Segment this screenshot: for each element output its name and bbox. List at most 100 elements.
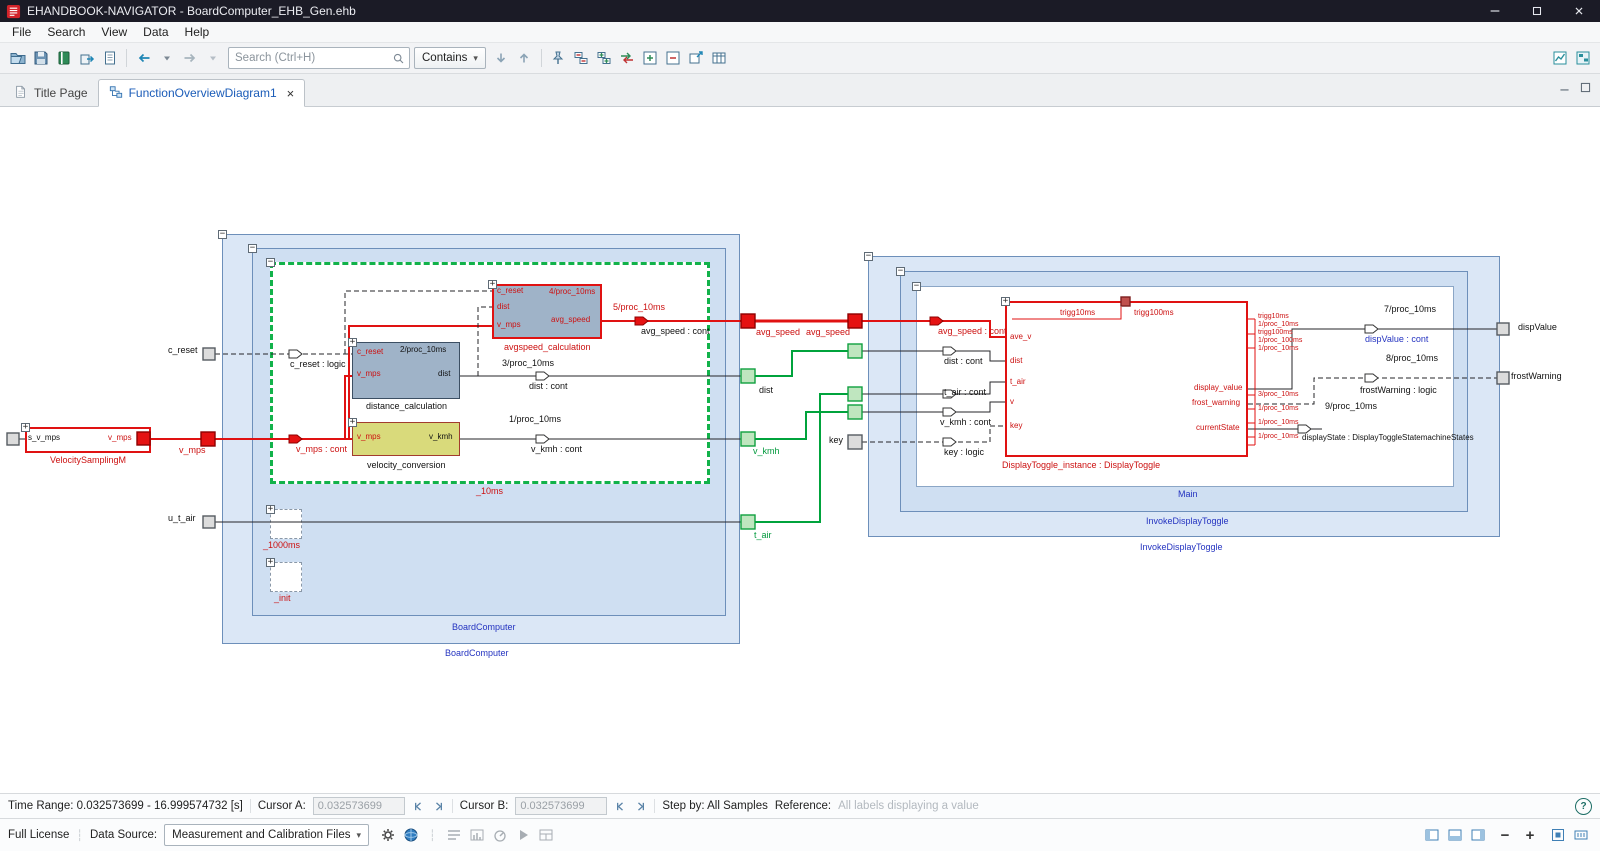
collapse-all-icon[interactable] [570, 47, 593, 69]
handbook-icon[interactable] [52, 47, 75, 69]
expander-plus-icon[interactable]: + [266, 505, 275, 514]
connector-arrow[interactable] [1364, 324, 1379, 334]
close-subsystem-icon[interactable] [662, 47, 685, 69]
report-icon[interactable] [98, 47, 121, 69]
port-key-in-port[interactable] [847, 434, 863, 450]
layout-icon[interactable] [535, 824, 558, 846]
wire-key-in[interactable] [862, 425, 1005, 443]
wire-v_kmh-in[interactable] [862, 401, 1005, 413]
expand-all-icon[interactable] [593, 47, 616, 69]
open-icon[interactable] [6, 47, 29, 69]
menu-view[interactable]: View [93, 23, 135, 41]
zoom-fit-icon[interactable] [1546, 824, 1569, 846]
cursor-b-step-forward-button[interactable] [634, 800, 647, 813]
port-t_air-out-port[interactable] [740, 514, 756, 530]
connector-arrow[interactable] [942, 346, 957, 356]
port-avg_speed-in-port[interactable] [847, 313, 863, 329]
save-icon[interactable] [29, 47, 52, 69]
back-history-icon[interactable] [155, 47, 178, 69]
zoom-out-button[interactable]: − [1496, 826, 1514, 844]
wire-t_air-link[interactable] [755, 393, 848, 523]
expander-plus-icon[interactable]: + [21, 423, 30, 432]
connector-arrow[interactable] [288, 434, 303, 444]
menu-help[interactable]: Help [177, 23, 218, 41]
expander-minus-icon[interactable]: − [912, 282, 921, 291]
instruments-icon[interactable] [489, 824, 512, 846]
panel-right-icon[interactable] [1466, 824, 1489, 846]
menu-data[interactable]: Data [135, 23, 176, 41]
expander-minus-icon[interactable]: − [266, 258, 275, 267]
window-close-button[interactable] [1558, 0, 1600, 22]
cursor-a-step-forward-button[interactable] [432, 800, 445, 813]
window-minimize-button[interactable] [1474, 0, 1516, 22]
window-maximize-button[interactable] [1516, 0, 1558, 22]
wire-dist-to-avgspeed[interactable] [477, 306, 492, 376]
maximize-view-icon[interactable] [1579, 81, 1592, 99]
help-icon[interactable]: ? [1575, 797, 1592, 815]
port-t_air-in-port[interactable] [847, 386, 863, 402]
zoom-100-icon[interactable] [1569, 824, 1592, 846]
minimize-view-icon[interactable] [1558, 81, 1571, 99]
start-visualization-icon[interactable] [512, 824, 535, 846]
goto-down-icon[interactable] [490, 47, 513, 69]
port-v_mps-port[interactable] [200, 431, 216, 447]
settings-gear-icon[interactable] [376, 824, 399, 846]
pin-icon[interactable] [547, 47, 570, 69]
expander-plus-icon[interactable]: + [348, 338, 357, 347]
connector-arrow[interactable] [535, 371, 550, 381]
wire-dist-link[interactable] [755, 350, 848, 377]
port-vs-input[interactable] [6, 432, 20, 446]
search-input[interactable] [233, 51, 392, 65]
connector-arrow[interactable] [288, 349, 303, 359]
connector-arrow[interactable] [1297, 424, 1312, 434]
port-avg_speed-out-port[interactable] [740, 313, 756, 329]
forward-icon[interactable] [178, 47, 201, 69]
goto-up-icon[interactable] [513, 47, 536, 69]
search-box[interactable] [228, 47, 410, 69]
data-source-icon[interactable] [399, 824, 422, 846]
port-dispValue-port[interactable] [1496, 322, 1510, 336]
connector-arrow[interactable] [942, 407, 957, 417]
cursor-b-input[interactable] [515, 797, 608, 815]
port-v_kmh-in-port[interactable] [847, 404, 863, 420]
expander-minus-icon[interactable]: − [218, 230, 227, 239]
port-v_kmh-out-port[interactable] [740, 431, 756, 447]
tab-function-overview-diagram[interactable]: FunctionOverviewDiagram1 × [97, 79, 306, 107]
expander-plus-icon[interactable]: + [266, 558, 275, 567]
connector-arrow[interactable] [535, 434, 550, 444]
cursor-b-step-back-button[interactable] [614, 800, 627, 813]
connector-arrow[interactable] [634, 316, 649, 326]
signal-list-icon[interactable] [443, 824, 466, 846]
connector-arrow[interactable] [929, 316, 944, 326]
show-plot-icon[interactable] [1548, 47, 1571, 69]
menu-search[interactable]: Search [39, 23, 93, 41]
tab-title-page[interactable]: Title Page [4, 80, 98, 106]
panel-left-icon[interactable] [1420, 824, 1443, 846]
port-vs-output[interactable] [136, 431, 151, 446]
expander-minus-icon[interactable]: − [896, 267, 905, 276]
cursor-a-step-back-button[interactable] [412, 800, 425, 813]
port-frostWarning-port[interactable] [1496, 371, 1510, 385]
detach-icon[interactable] [685, 47, 708, 69]
overview-icon[interactable] [1571, 47, 1594, 69]
close-tab-icon[interactable]: × [287, 86, 295, 101]
connector-arrow[interactable] [1364, 373, 1379, 383]
port-dist-out-port[interactable] [740, 368, 756, 384]
configure-icon[interactable] [466, 824, 489, 846]
table-view-icon[interactable] [708, 47, 731, 69]
forward-history-icon[interactable] [201, 47, 224, 69]
expander-plus-icon[interactable]: + [348, 418, 357, 427]
wire-v_mps-to-avgspeed[interactable] [348, 325, 492, 439]
connector-arrow[interactable] [942, 437, 957, 447]
expander-plus-icon[interactable]: + [488, 280, 497, 289]
port-dist-in-port[interactable] [847, 343, 863, 359]
port-u_t_air-port[interactable] [202, 515, 216, 529]
sync-selection-icon[interactable] [616, 47, 639, 69]
open-subsystem-icon[interactable] [639, 47, 662, 69]
port-c_reset-port[interactable] [202, 347, 216, 361]
diagram-canvas[interactable]: + − − − + + + + + − − − + s_v_mps v_mps VelocitySamplin… [0, 107, 1600, 793]
expander-plus-icon[interactable]: + [1001, 297, 1010, 306]
cursor-a-input[interactable] [312, 797, 405, 815]
port-trigger-top-port[interactable] [1120, 296, 1131, 307]
panel-bottom-icon[interactable] [1443, 824, 1466, 846]
